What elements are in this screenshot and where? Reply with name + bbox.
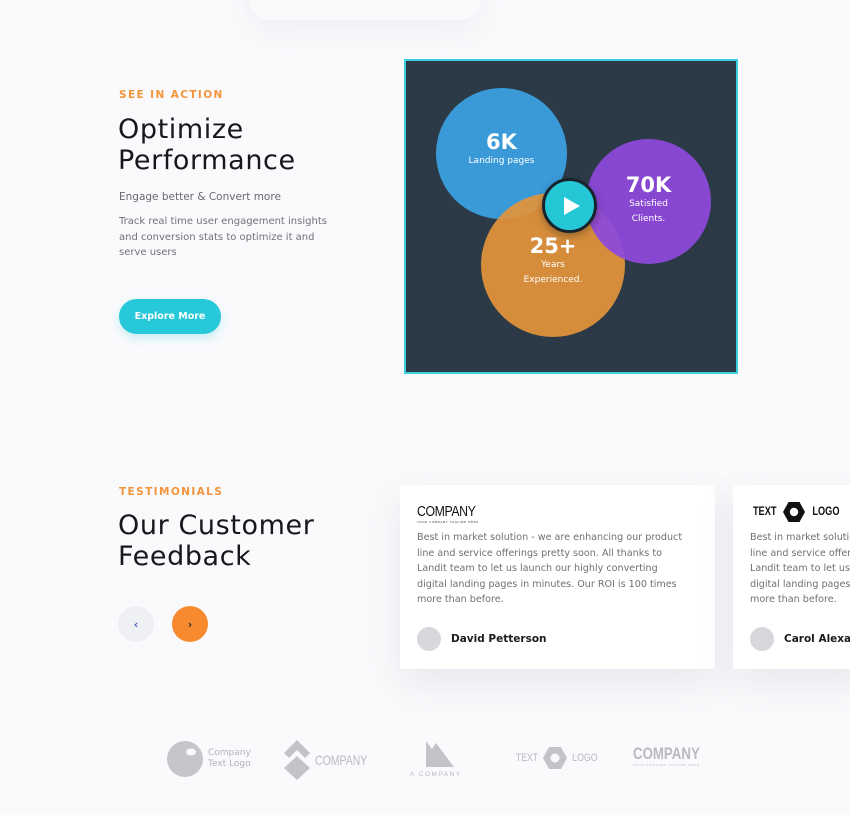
explore-more-button[interactable]: Explore More bbox=[119, 299, 221, 334]
top-section-shadow bbox=[250, 0, 480, 20]
partner-logo: A COMPANY bbox=[410, 741, 462, 778]
author-name: David Petterson bbox=[451, 633, 547, 645]
testimonial-card: TEXT LOGO Best in market solution - we a… bbox=[733, 485, 850, 669]
diamond-logo-icon bbox=[284, 740, 310, 780]
partner-logo: COMPANY bbox=[284, 740, 385, 780]
play-button[interactable] bbox=[542, 178, 597, 233]
company-logo: COMPANY YOUR COMPANY TAGLINE HERE bbox=[417, 501, 488, 525]
avatar bbox=[417, 627, 441, 651]
partner-logo-text: A COMPANY bbox=[410, 771, 462, 778]
avatar bbox=[750, 627, 774, 651]
text-logo-right: LOGO bbox=[812, 506, 840, 518]
partner-logo-line1: Company bbox=[208, 748, 251, 758]
chevron-right-icon: › bbox=[187, 617, 193, 631]
company-logo-tagline: YOUR COMPANY TAGLINE HERE bbox=[417, 520, 479, 524]
text-logo: TEXT LOGO bbox=[750, 501, 843, 523]
play-icon bbox=[563, 196, 580, 215]
company-logo-text: COMPANY bbox=[417, 503, 476, 520]
stat-circle-clients: 70K Satisfied Clients. bbox=[586, 139, 711, 264]
circle-logo-icon bbox=[167, 741, 203, 777]
stat-label: Experienced. bbox=[523, 275, 583, 285]
feature-title-line2: Performance bbox=[118, 145, 296, 176]
hexagon-icon bbox=[783, 502, 806, 522]
testimonials-title-line1: Our Customer bbox=[118, 510, 315, 541]
stat-label: Landing pages bbox=[468, 156, 535, 166]
feature-title-line1: Optimize bbox=[118, 114, 244, 145]
partner-logos: Company Text Logo COMPANY A COMPANY TEXT… bbox=[0, 735, 850, 785]
feature-eyebrow: SEE IN ACTION bbox=[119, 89, 224, 101]
partner-logo-text: COMPANY bbox=[633, 744, 700, 763]
testimonials-eyebrow: TESTIMONIALS bbox=[119, 486, 224, 498]
stat-label: Years bbox=[541, 260, 565, 270]
testimonials-title: Our Customer Feedback bbox=[118, 510, 314, 572]
partner-logo-right: LOGO bbox=[572, 752, 598, 764]
testimonial-author: David Petterson bbox=[417, 627, 547, 651]
text-logo-left: TEXT bbox=[752, 506, 777, 518]
next-testimonial-button[interactable]: › bbox=[172, 606, 208, 642]
testimonials-title-line2: Feedback bbox=[118, 541, 252, 572]
partner-logo-left: TEXT bbox=[515, 752, 539, 764]
partner-logo-text: COMPANY bbox=[315, 752, 368, 768]
feature-subtitle: Engage better & Convert more bbox=[119, 191, 281, 203]
testimonial-author: Carol Alexander bbox=[750, 627, 850, 651]
author-name: Carol Alexander bbox=[784, 633, 850, 645]
chevron-left-icon: ‹ bbox=[133, 617, 139, 631]
stat-label: Clients. bbox=[631, 213, 666, 224]
testimonial-quote: Best in market solution - we are enhanci… bbox=[750, 532, 850, 606]
partner-logo-tagline: YOUR COMPANY TAGLINE HERE bbox=[633, 763, 700, 767]
feature-description: Track real time user engagement insights… bbox=[119, 216, 327, 258]
partner-logo: COMPANY YOUR COMPANY TAGLINE HERE bbox=[633, 744, 719, 768]
stat-value: 6K bbox=[486, 130, 517, 154]
hexagon-logo-icon bbox=[543, 747, 568, 769]
partner-logo: TEXT LOGO bbox=[513, 747, 601, 769]
mountain-logo-icon bbox=[425, 741, 454, 767]
partner-logo: Company Text Logo bbox=[167, 741, 251, 777]
stat-value: 70K bbox=[625, 172, 672, 197]
testimonial-quote: Best in market solution - we are enhanci… bbox=[417, 532, 683, 606]
previous-testimonial-button[interactable]: ‹ bbox=[118, 606, 154, 642]
stat-label: Satisfied bbox=[629, 198, 668, 209]
stat-value: 25+ bbox=[529, 234, 577, 258]
testimonial-card: COMPANY YOUR COMPANY TAGLINE HERE Best i… bbox=[400, 485, 715, 669]
video-panel[interactable]: 6K Landing pages 25+ Years Experienced. … bbox=[404, 59, 738, 374]
feature-title: Optimize Performance bbox=[118, 114, 296, 176]
partner-logo-line2: Text Logo bbox=[208, 759, 251, 769]
